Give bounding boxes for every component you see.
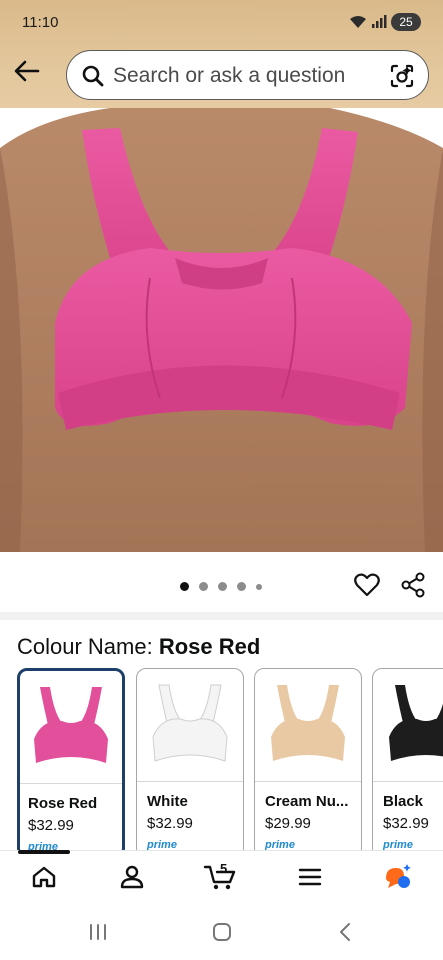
back-chevron-icon [336,921,356,948]
bottom-navigation: 5 [0,850,443,906]
search-icon [81,64,105,93]
nav-cart[interactable]: 5 [200,861,240,897]
system-home-button[interactable] [210,922,234,946]
swatch-separator [20,783,122,784]
carousel-dots[interactable] [180,582,262,591]
search-header [0,48,443,102]
battery-indicator: 25 [391,13,421,31]
search-bar[interactable] [66,50,429,100]
swatch-black[interactable]: Black $32.99 prime [372,668,443,850]
swatch-cream-nude[interactable]: Cream Nu... $29.99 prime [254,668,362,850]
carousel-dot[interactable] [199,582,208,591]
system-back-button[interactable] [334,922,358,946]
swatch-price: $32.99 [147,815,193,832]
carousel-dot[interactable] [180,582,189,591]
system-navigation [0,906,443,960]
wifi-icon [349,15,367,29]
swatch-name: Rose Red [28,795,98,812]
swatch-image [373,669,443,781]
colour-name-label: Colour Name: Rose Red [17,634,260,660]
product-photo [0,108,443,552]
swatch-separator [137,781,243,782]
colour-label-value: Rose Red [158,634,261,659]
status-bar: 11:10 25 [0,0,443,46]
swatch-image [20,671,122,783]
swatch-price: $32.99 [28,817,74,834]
account-icon [120,865,144,894]
swatch-name: Black [383,793,424,810]
swatch-rose-red[interactable]: Rose Red $32.99 prime [17,668,125,850]
carousel-dot[interactable] [237,582,246,591]
swatch-price: $29.99 [265,815,311,832]
product-image[interactable] [0,108,443,552]
recents-button[interactable] [86,922,110,946]
swatch-name: Cream Nu... [265,793,349,810]
camera-search-icon[interactable] [388,62,416,95]
home-icon [31,865,57,894]
swatch-image [137,669,243,781]
colour-swatches: Rose Red $32.99 prime White $32.99 prime… [17,668,443,850]
nav-rufus-assistant[interactable] [378,861,418,897]
share-button[interactable] [398,572,428,602]
status-icons: 25 [349,13,421,31]
swatch-separator [255,781,361,782]
prime-badge: prime [265,839,295,850]
section-divider [0,612,443,620]
nav-account[interactable] [112,861,152,897]
back-arrow-icon [14,60,40,87]
carousel-dot[interactable] [218,582,227,591]
swatch-price: $32.99 [383,815,429,832]
rufus-assistant-icon [382,862,414,897]
back-button[interactable] [10,56,44,90]
heart-icon [354,573,380,602]
signal-icon [371,15,387,29]
recents-icon [87,922,109,947]
swatch-separator [373,781,443,782]
swatch-image [255,669,361,781]
image-carousel-controls [0,566,443,610]
carousel-dot[interactable] [256,583,262,590]
prime-badge: prime [383,839,413,850]
colour-label-prefix: Colour Name: [17,634,159,659]
hamburger-menu-icon [298,867,322,892]
status-time: 11:10 [22,14,59,31]
swatch-name: White [147,793,188,810]
prime-badge: prime [28,841,58,850]
home-square-icon [211,921,233,948]
cart-count-badge: 5 [220,861,228,876]
nav-home[interactable] [18,850,70,897]
wishlist-button[interactable] [352,572,382,602]
swatch-white[interactable]: White $32.99 prime [136,668,244,850]
prime-badge: prime [147,839,177,850]
nav-menu[interactable] [290,861,330,897]
share-icon [400,572,426,603]
search-input[interactable] [113,59,377,93]
